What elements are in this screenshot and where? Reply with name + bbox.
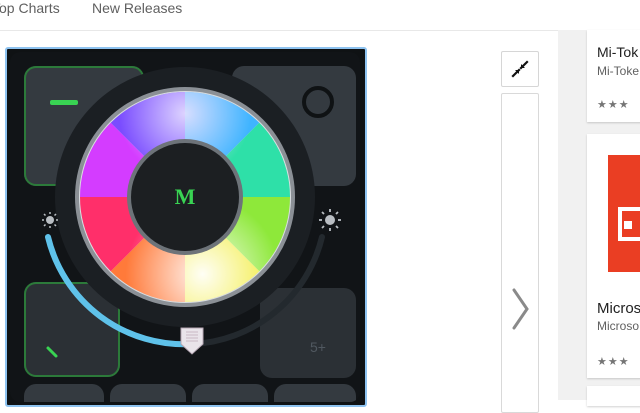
brightness-slider-thumb[interactable] bbox=[180, 327, 204, 355]
nav-tab-top-charts[interactable]: Top Charts bbox=[0, 0, 60, 17]
top-navigation: Top Charts New Releases bbox=[0, 0, 640, 31]
related-app-title[interactable]: Micros bbox=[597, 300, 640, 317]
star-rating: ★★★ bbox=[597, 99, 630, 111]
related-app-card[interactable]: Micros Microso ★★★ bbox=[587, 134, 640, 378]
center-button-label: M bbox=[174, 184, 196, 209]
related-app-title[interactable]: Mi-Tok bbox=[597, 44, 638, 60]
related-app-developer[interactable]: Mi-Toke bbox=[597, 64, 639, 78]
related-app-card[interactable]: Mi-Tok Mi-Toke ★★★ bbox=[587, 30, 640, 122]
microsoft-office-app-icon[interactable] bbox=[608, 155, 640, 272]
power-off-icon[interactable] bbox=[302, 86, 334, 118]
collapse-arrows-icon bbox=[511, 60, 529, 78]
nav-tab-new-releases[interactable]: New Releases bbox=[92, 0, 182, 17]
app-screenshot[interactable]: 5+ M bbox=[5, 47, 367, 407]
chevron-right-icon[interactable] bbox=[505, 284, 535, 334]
related-app-developer[interactable]: Microso bbox=[597, 319, 639, 333]
related-app-card[interactable] bbox=[587, 386, 640, 406]
timer-icon[interactable]: 5+ bbox=[310, 339, 326, 355]
mode-indicator[interactable] bbox=[46, 346, 58, 358]
bright-sun-icon[interactable] bbox=[319, 209, 341, 231]
collapse-button[interactable] bbox=[501, 51, 539, 87]
star-rating: ★★★ bbox=[597, 356, 630, 368]
remote-control-ui: 5+ M bbox=[10, 52, 360, 402]
next-screenshot-strip[interactable] bbox=[501, 93, 539, 413]
dim-sun-icon[interactable] bbox=[42, 212, 58, 228]
power-on-indicator[interactable] bbox=[50, 100, 78, 105]
